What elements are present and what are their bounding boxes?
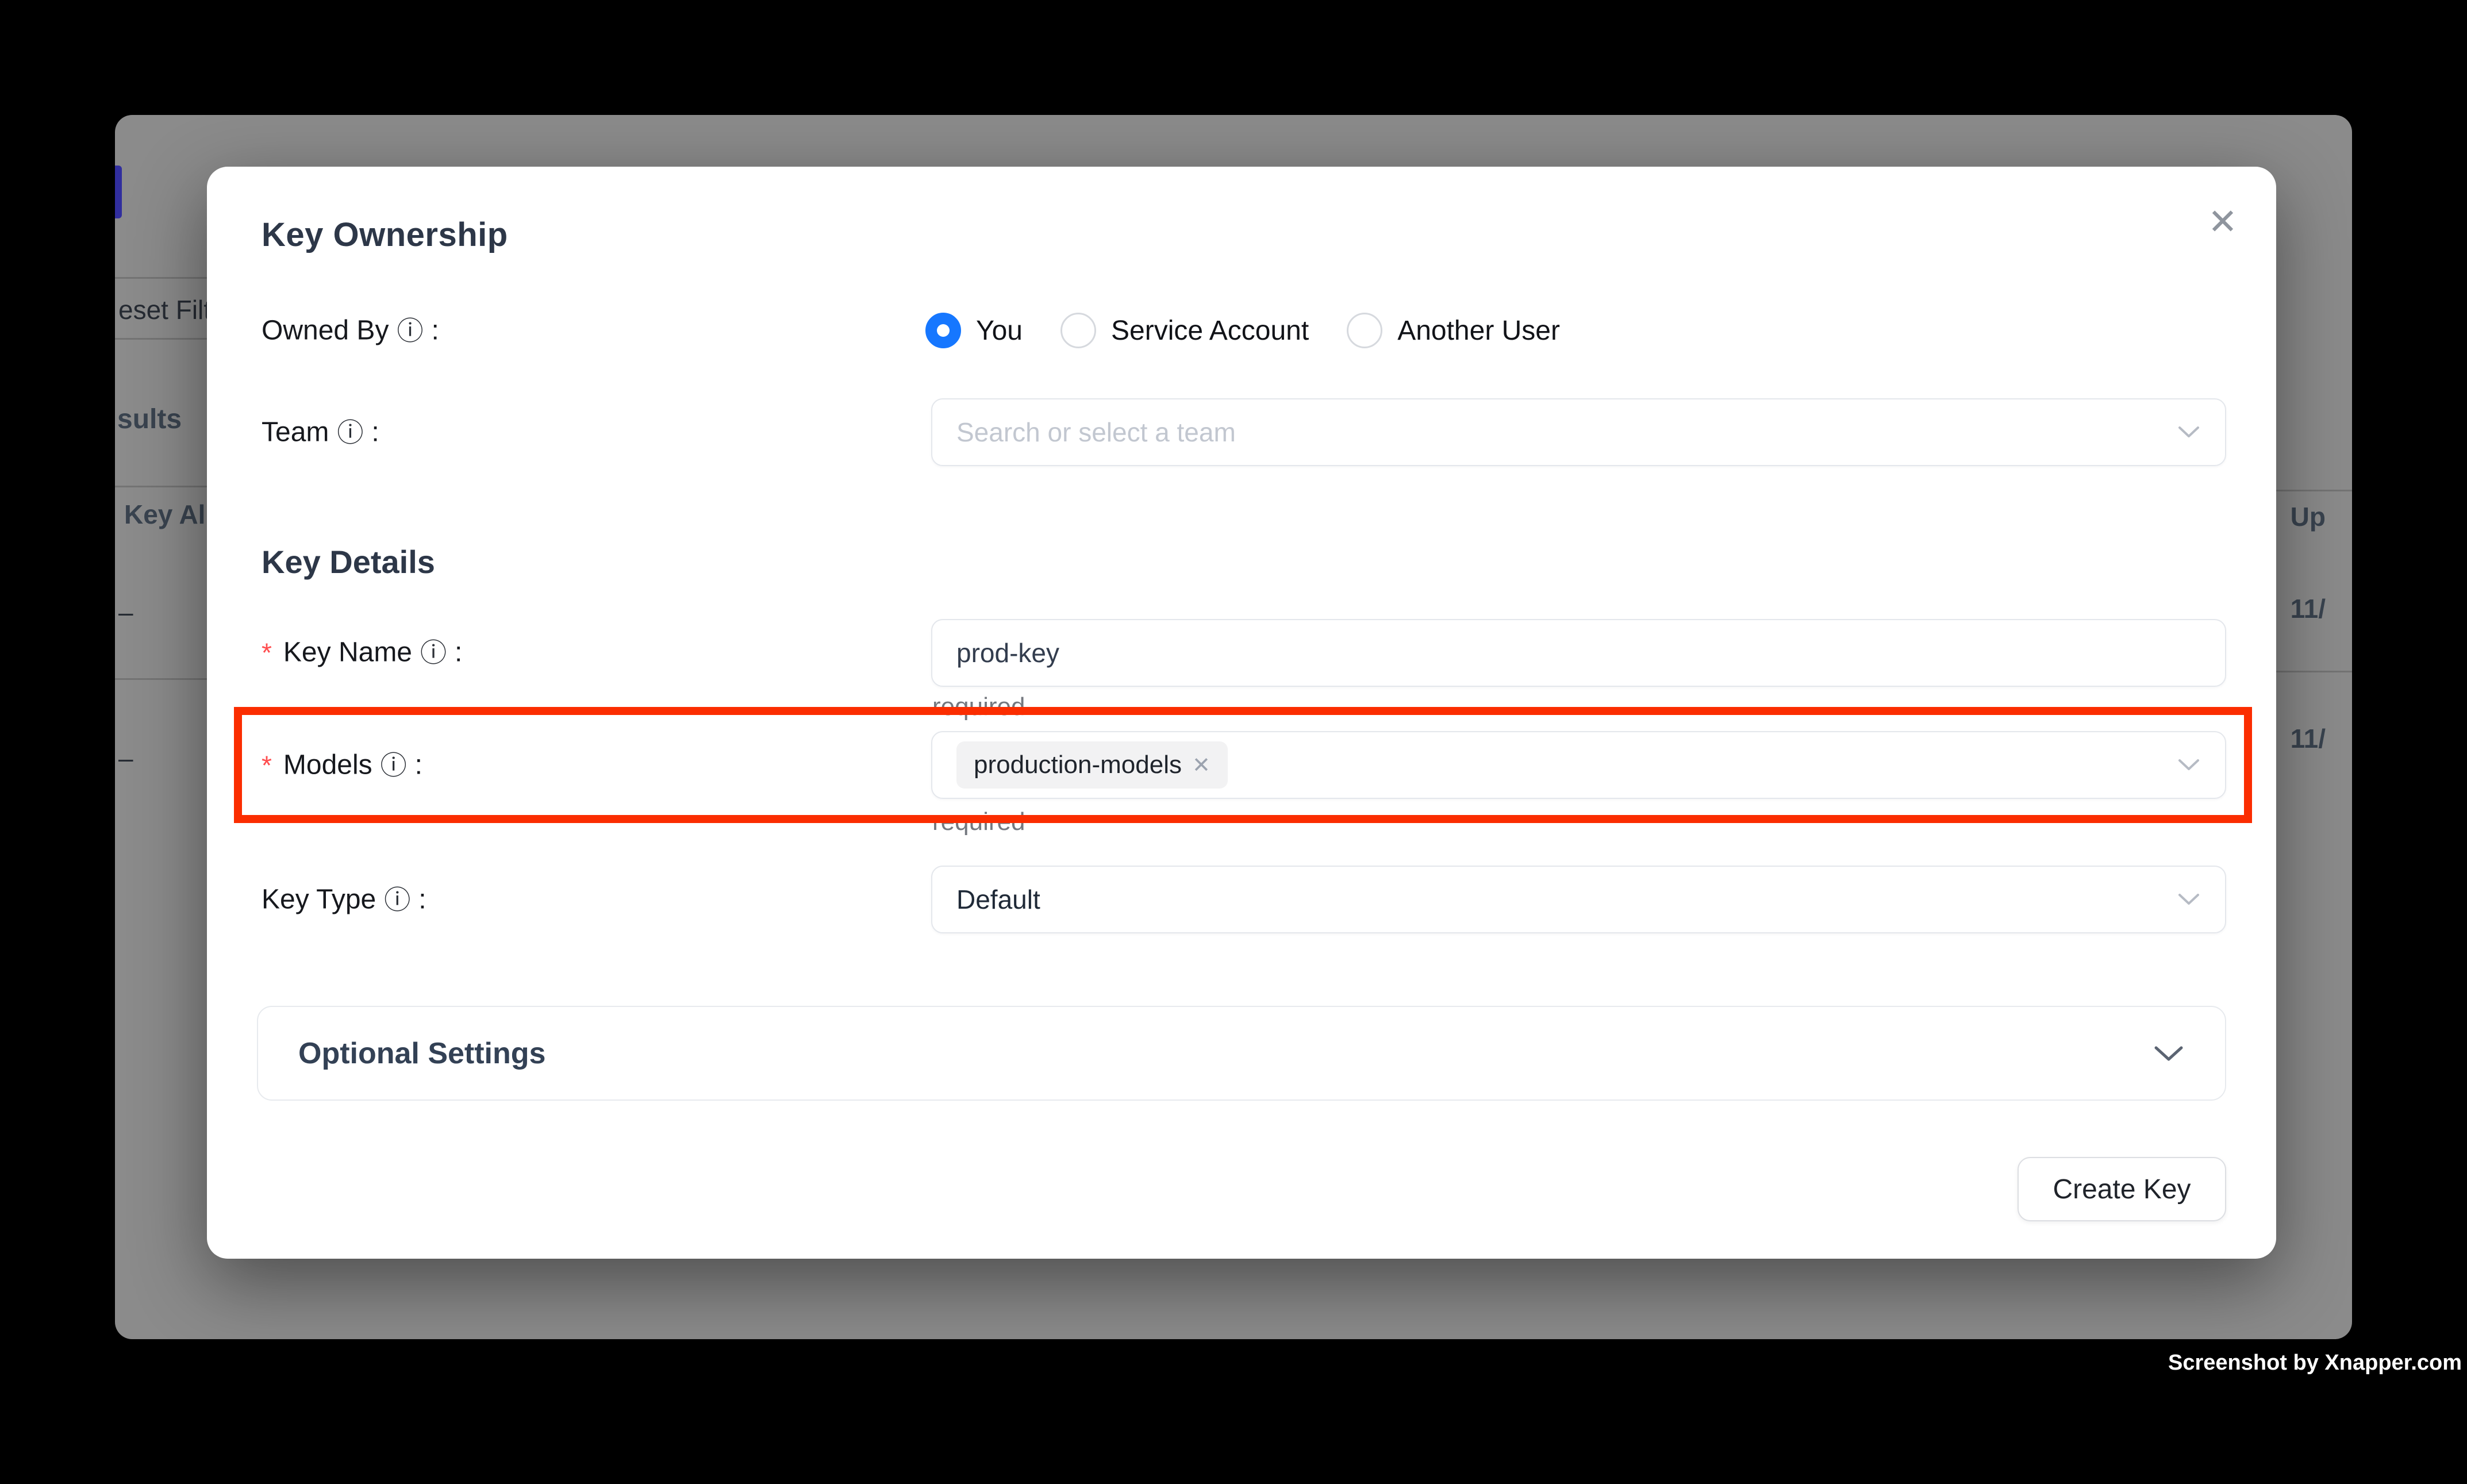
radio-unselected-icon[interactable] bbox=[1347, 313, 1382, 348]
key-type-label: Key Type ⓘ : bbox=[262, 884, 426, 916]
close-icon[interactable]: ✕ bbox=[2197, 195, 2249, 247]
reset-filters-button-partial: eset Filt bbox=[118, 294, 211, 325]
divider bbox=[115, 486, 208, 487]
create-key-button[interactable]: Create Key bbox=[2018, 1157, 2226, 1221]
info-icon: ⓘ bbox=[420, 639, 447, 666]
info-icon: ⓘ bbox=[384, 886, 410, 913]
create-key-button-sliver bbox=[115, 166, 122, 218]
table-row-updated: 11/ bbox=[2291, 593, 2326, 624]
results-count-partial: sults bbox=[117, 403, 182, 435]
team-search-input[interactable] bbox=[956, 417, 2177, 448]
divider bbox=[115, 678, 208, 680]
team-label: Team ⓘ : bbox=[262, 417, 379, 448]
divider bbox=[2275, 671, 2352, 672]
radio-unselected-icon[interactable] bbox=[1060, 313, 1096, 348]
optional-settings-title: Optional Settings bbox=[298, 1036, 545, 1071]
models-multiselect[interactable]: production-models ✕ bbox=[931, 731, 2226, 799]
chevron-down-icon bbox=[2177, 425, 2201, 440]
chevron-down-icon bbox=[2177, 892, 2201, 907]
remove-tag-icon[interactable]: ✕ bbox=[1192, 752, 1211, 778]
radio-owned-by-another-user[interactable]: Another User bbox=[1347, 313, 1560, 348]
key-name-label: * Key Name ⓘ : bbox=[262, 637, 462, 668]
key-type-select[interactable]: Default bbox=[931, 866, 2226, 933]
divider bbox=[115, 277, 208, 279]
key-details-heading: Key Details bbox=[262, 543, 435, 580]
team-select[interactable] bbox=[931, 398, 2226, 466]
key-name-field[interactable] bbox=[931, 619, 2226, 687]
modal-title: Key Ownership bbox=[262, 216, 508, 254]
table-header-updated: Up bbox=[2291, 501, 2326, 532]
selected-model-tag[interactable]: production-models ✕ bbox=[956, 741, 1228, 789]
owned-by-label: Owned By ⓘ : bbox=[262, 315, 439, 347]
models-label: * Models ⓘ : bbox=[262, 749, 422, 781]
key-type-value: Default bbox=[956, 884, 1040, 915]
info-icon: ⓘ bbox=[337, 419, 363, 445]
key-name-required-message: required bbox=[932, 693, 1025, 721]
optional-settings-toggle[interactable]: Optional Settings bbox=[257, 1006, 2226, 1101]
xnapper-watermark: Screenshot by Xnapper.com bbox=[2168, 1351, 2462, 1375]
table-row-updated: 11/ bbox=[2291, 723, 2326, 754]
required-asterisk: * bbox=[262, 637, 272, 668]
radio-owned-by-service-account[interactable]: Service Account bbox=[1060, 313, 1309, 348]
chevron-down-icon bbox=[2177, 758, 2201, 772]
owned-by-radio-group: You Service Account Another User bbox=[925, 313, 1560, 348]
divider bbox=[115, 338, 208, 340]
chevron-down-icon bbox=[2153, 1044, 2185, 1063]
info-icon: ⓘ bbox=[397, 317, 423, 344]
table-row-key-alias: – bbox=[118, 743, 133, 774]
info-icon: ⓘ bbox=[381, 752, 407, 778]
radio-selected-icon[interactable] bbox=[925, 313, 961, 348]
divider bbox=[2275, 490, 2352, 491]
key-name-input[interactable] bbox=[956, 637, 2201, 668]
models-required-message: required bbox=[932, 808, 1025, 836]
required-asterisk: * bbox=[262, 749, 272, 781]
table-row-key-alias: – bbox=[118, 597, 133, 628]
create-key-modal: Key Ownership ✕ Owned By ⓘ : You Service… bbox=[207, 167, 2276, 1259]
radio-owned-by-you[interactable]: You bbox=[925, 313, 1023, 348]
